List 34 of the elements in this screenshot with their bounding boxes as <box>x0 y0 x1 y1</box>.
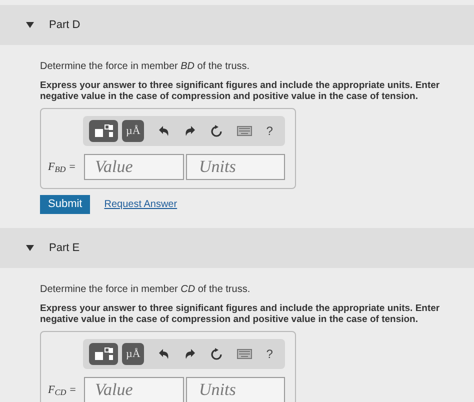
units-button[interactable]: µÅ <box>122 343 144 365</box>
templates-icon <box>94 347 114 361</box>
keyboard-icon[interactable] <box>237 126 252 136</box>
part-header[interactable]: Part D <box>0 5 474 45</box>
units-button[interactable]: µÅ <box>122 120 144 142</box>
undo-icon[interactable] <box>158 125 170 137</box>
reset-icon[interactable] <box>210 348 224 360</box>
instruction-text: Express your answer to three significant figures and include the appropriate units. Enter negative value in the case of compression and positive value in the case of tension. <box>40 80 441 102</box>
units-field[interactable]: Units <box>186 377 285 402</box>
submit-button[interactable]: Submit <box>40 195 90 214</box>
instruction-text: Express your answer to three significant figures and include the appropriate units. Enter negative value in the case of compression and positive value in the case of tension. <box>40 303 441 325</box>
request-answer-link[interactable]: Request Answer <box>104 197 178 212</box>
question-text: Determine the force in member BD of the truss. <box>40 60 251 74</box>
answer-label: F$_{CD}$ = <box>48 382 78 398</box>
help-button[interactable]: ? <box>266 345 273 363</box>
undo-icon[interactable] <box>158 348 170 360</box>
templates-icon <box>94 124 114 138</box>
value-field[interactable]: Value <box>84 377 184 402</box>
question-text: Determine the force in member CD of the truss. <box>40 283 252 297</box>
reset-icon[interactable] <box>210 124 224 138</box>
help-button[interactable]: ? <box>266 122 273 140</box>
caret-icon <box>26 22 34 28</box>
redo-icon[interactable] <box>184 125 196 137</box>
templates-button[interactable] <box>89 120 118 142</box>
part-title: Part E <box>49 240 80 256</box>
units-field[interactable]: Units <box>186 154 285 180</box>
part-title: Part D <box>49 18 80 33</box>
keyboard-icon[interactable] <box>237 349 252 359</box>
part-header[interactable]: Part E <box>0 228 474 268</box>
caret-icon <box>26 245 34 251</box>
templates-button[interactable] <box>89 343 118 365</box>
redo-icon[interactable] <box>184 348 196 360</box>
answer-label: F$_{BD}$ = <box>48 160 77 176</box>
value-field[interactable]: Value <box>84 154 184 180</box>
